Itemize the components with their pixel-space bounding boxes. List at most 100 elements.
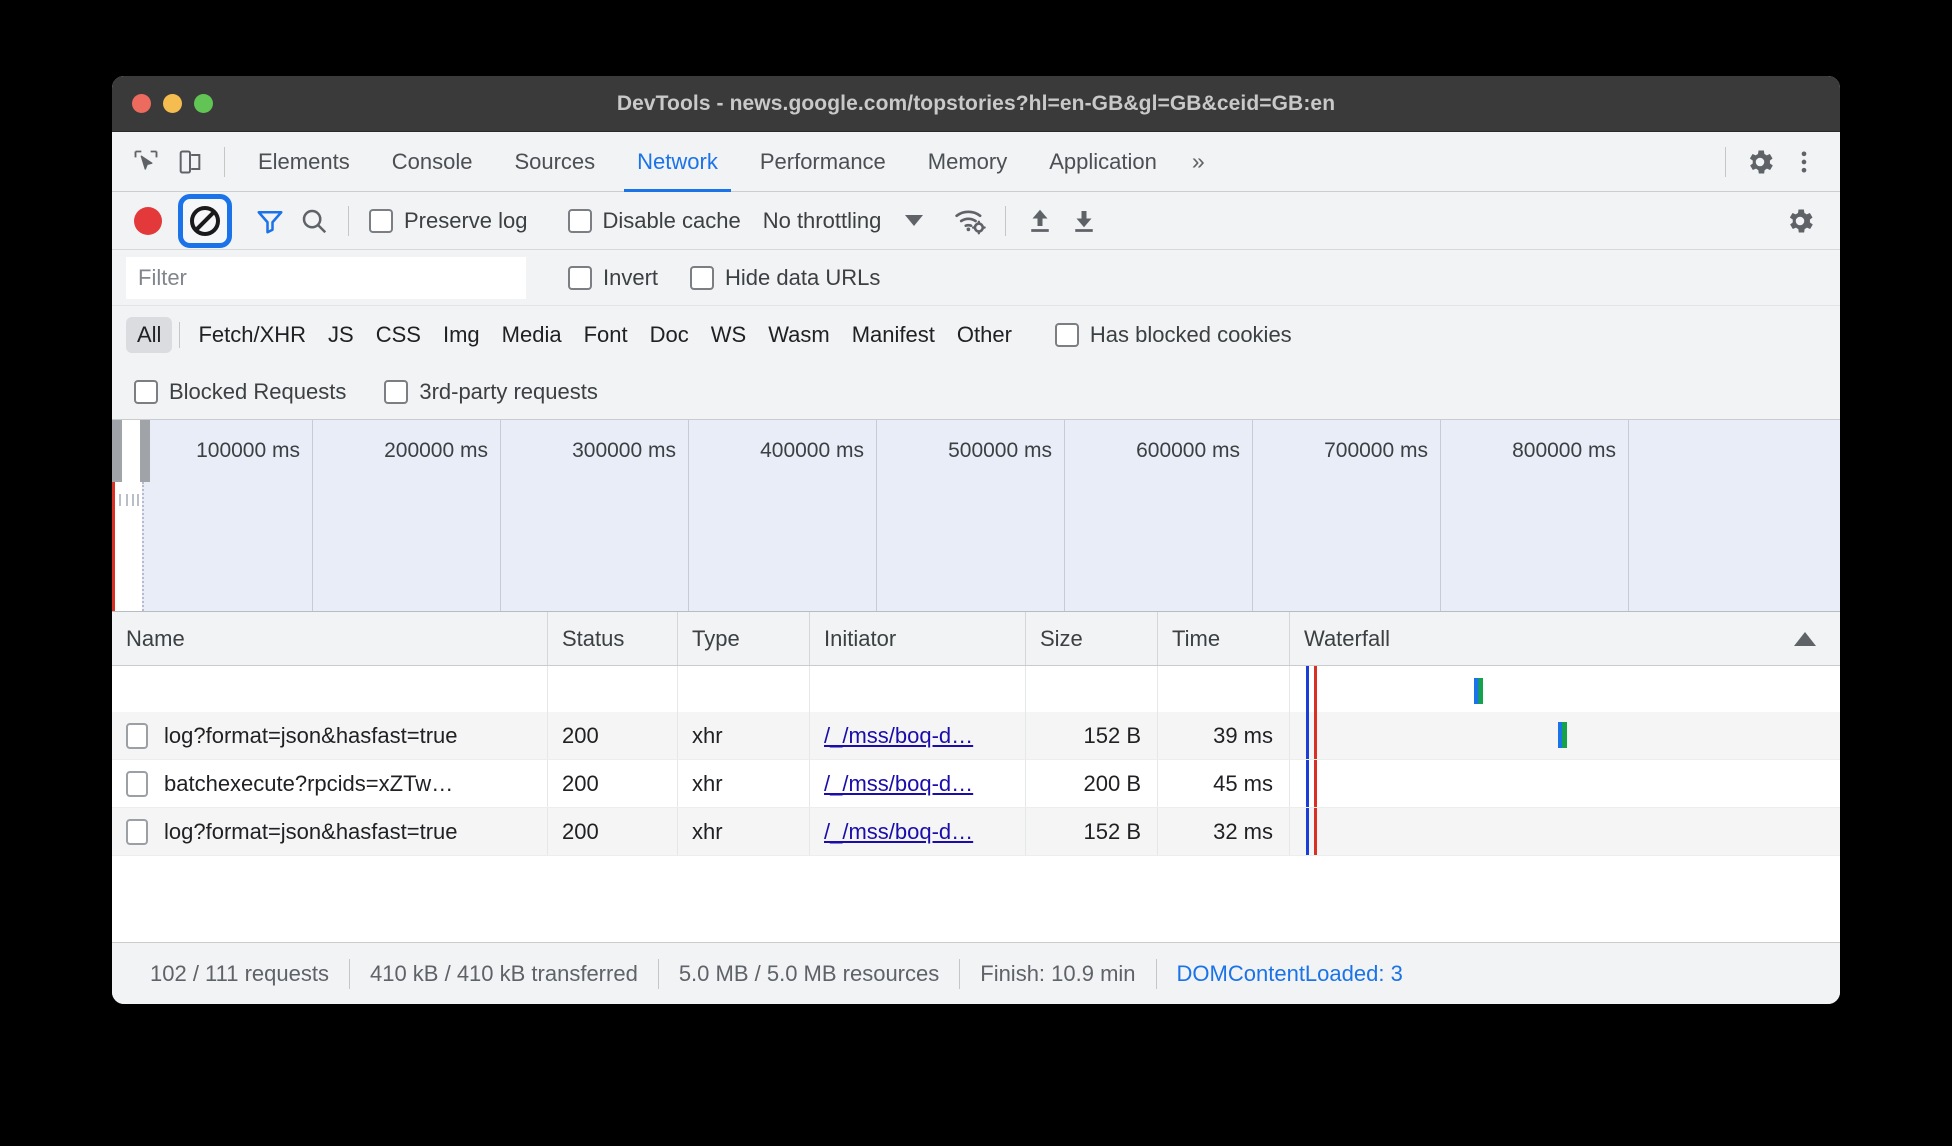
third-party-requests-checkbox[interactable]: 3rd-party requests	[384, 379, 598, 405]
window-title-bar: DevTools - news.google.com/topstories?hl…	[112, 76, 1840, 132]
wifi-gear-icon[interactable]	[949, 199, 993, 243]
inspect-cursor-icon[interactable]	[124, 140, 168, 184]
column-label: Initiator	[824, 625, 897, 651]
table-row[interactable]: log?format=json&hasfast=true 200 xhr /_/…	[112, 808, 1840, 856]
row-checkbox[interactable]	[126, 722, 148, 749]
preserve-log-checkbox[interactable]: Preserve log	[369, 208, 528, 234]
tab-elements[interactable]: Elements	[237, 132, 371, 192]
cell-time: 45 ms	[1158, 760, 1290, 807]
tab-application[interactable]: Application	[1028, 132, 1178, 192]
tab-network[interactable]: Network	[616, 132, 739, 192]
row-checkbox[interactable]	[126, 770, 148, 797]
column-label: Time	[1172, 625, 1221, 651]
cell-status: 200	[548, 808, 678, 855]
network-settings-gear-icon[interactable]	[1778, 199, 1822, 243]
column-header-waterfall[interactable]: Waterfall	[1290, 612, 1840, 665]
overview-gridline	[1441, 482, 1629, 611]
more-tabs-icon[interactable]: »	[1178, 148, 1219, 175]
overview-gridline	[501, 482, 689, 611]
device-toolbar-icon[interactable]	[168, 140, 212, 184]
invert-checkbox[interactable]: Invert	[568, 265, 658, 291]
initiator-link[interactable]: /_/mss/boq-d…	[824, 771, 973, 797]
throttling-select[interactable]: No throttling	[763, 208, 882, 234]
filter-funnel-icon[interactable]	[248, 199, 292, 243]
column-header-initiator[interactable]: Initiator	[810, 612, 1026, 665]
tab-performance[interactable]: Performance	[739, 132, 907, 192]
tab-sources[interactable]: Sources	[493, 132, 616, 192]
cell-type: xhr	[678, 808, 810, 855]
type-filter-wasm[interactable]: Wasm	[757, 317, 841, 353]
overview-tick-label: 800000 ms	[1512, 439, 1616, 462]
overview-request-tick	[119, 494, 121, 506]
initiator-link[interactable]: /_/mss/boq-d…	[824, 723, 973, 749]
blocked-requests-checkbox[interactable]: Blocked Requests	[134, 379, 346, 405]
type-filter-font[interactable]: Font	[573, 317, 639, 353]
cell-size: 200 B	[1026, 760, 1158, 807]
checkbox-box	[1054, 323, 1079, 347]
request-time: 39 ms	[1213, 722, 1273, 748]
type-filter-manifest[interactable]: Manifest	[841, 317, 946, 353]
table-row[interactable]: batchexecute?rpcids=xZTw… 200 xhr /_/mss…	[112, 760, 1840, 808]
overview-gridline	[877, 482, 1065, 611]
column-label: Status	[562, 625, 625, 651]
table-row[interactable]: log?format=json&hasfast=true 200 xhr /_/…	[112, 712, 1840, 760]
tab-label: Network	[637, 148, 718, 174]
status-finish: Finish: 10.9 min	[980, 960, 1136, 986]
panel-tabs: Elements Console Sources Network Perform…	[237, 132, 1178, 192]
column-header-status[interactable]: Status	[548, 612, 678, 665]
type-filter-img[interactable]: Img	[432, 317, 491, 353]
type-filter-label: Wasm	[768, 322, 830, 347]
overview-tick: 700000 ms	[1253, 420, 1441, 482]
tab-console[interactable]: Console	[371, 132, 494, 192]
overview-tick-label: 100000 ms	[196, 439, 300, 462]
request-name: log?format=json&hasfast=true	[164, 818, 458, 844]
type-filter-all[interactable]: All	[126, 317, 173, 353]
import-har-icon[interactable]	[1018, 199, 1062, 243]
network-overview-timeline[interactable]: 100000 ms 200000 ms 300000 ms 400000 ms …	[112, 420, 1840, 612]
column-header-size[interactable]: Size	[1026, 612, 1158, 665]
type-filter-css[interactable]: CSS	[365, 317, 432, 353]
resource-type-filters: All Fetch/XHR JS CSS Img Media Font Doc …	[112, 306, 1840, 364]
has-blocked-cookies-checkbox[interactable]: Has blocked cookies	[1054, 322, 1292, 348]
more-tabs-label: »	[1191, 148, 1205, 174]
status-resources: 5.0 MB / 5.0 MB resources	[678, 960, 940, 986]
row-checkbox[interactable]	[126, 818, 148, 845]
column-header-time[interactable]: Time	[1158, 612, 1290, 665]
type-filter-media[interactable]: Media	[491, 317, 573, 353]
type-filter-ws[interactable]: WS	[700, 317, 757, 353]
filter-input[interactable]	[126, 256, 526, 299]
network-status-bar: 102 / 111 requests 410 kB / 410 kB trans…	[112, 942, 1840, 1004]
waterfall-load-marker	[1314, 760, 1317, 807]
column-header-name[interactable]: Name	[112, 612, 548, 665]
export-har-icon[interactable]	[1062, 199, 1106, 243]
overview-gridline	[1065, 482, 1253, 611]
checkbox-box	[690, 265, 715, 290]
overview-tick-label: 500000 ms	[948, 439, 1052, 462]
kebab-menu-icon[interactable]	[1782, 140, 1826, 184]
initiator-link[interactable]: /_/mss/boq-d…	[824, 819, 973, 845]
table-row-spacer	[112, 666, 1840, 712]
tab-memory[interactable]: Memory	[907, 132, 1028, 192]
type-filter-label: Font	[583, 322, 628, 347]
cell-size	[1026, 666, 1158, 712]
disable-cache-checkbox[interactable]: Disable cache	[567, 208, 741, 234]
search-icon[interactable]	[292, 199, 336, 243]
overview-tick-label: 400000 ms	[760, 439, 864, 462]
cell-status	[548, 666, 678, 712]
hide-data-urls-checkbox[interactable]: Hide data URLs	[690, 265, 880, 291]
type-filter-fetch-xhr[interactable]: Fetch/XHR	[187, 317, 317, 353]
overview-tick: 500000 ms	[877, 420, 1065, 482]
clear-button[interactable]	[178, 193, 232, 248]
overview-tick: 800000 ms	[1441, 420, 1629, 482]
overview-gridline	[313, 482, 501, 611]
hide-data-urls-label: Hide data URLs	[725, 264, 881, 290]
type-filter-js[interactable]: JS	[317, 317, 365, 353]
type-filter-doc[interactable]: Doc	[639, 317, 700, 353]
record-button[interactable]	[126, 199, 170, 243]
gear-icon[interactable]	[1738, 140, 1782, 184]
chevron-down-icon[interactable]	[905, 215, 924, 226]
column-header-type[interactable]: Type	[678, 612, 810, 665]
cell-status: 200	[548, 760, 678, 807]
type-filter-label: Manifest	[851, 322, 935, 347]
type-filter-other[interactable]: Other	[946, 317, 1023, 353]
